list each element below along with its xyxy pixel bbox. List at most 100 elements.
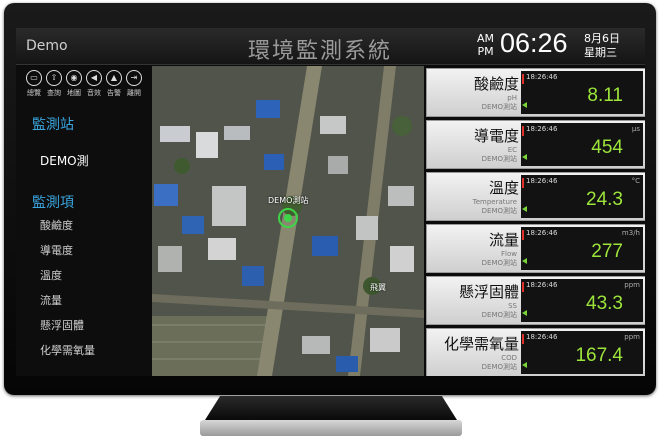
reading-subtitle: Flow DEMO測站 [482,250,517,268]
monitor-icon: ▭ [26,70,42,86]
toolbar-label: 告警 [107,89,121,97]
sidebar-item-ss[interactable]: 懸浮固體 [40,317,84,333]
toolbar-button-map[interactable]: ◉ 地圖 [64,70,84,98]
pm-label: PM [477,45,494,58]
reading-name: 導電度 [473,127,519,145]
reading-time: 18:26:46 [526,177,558,185]
trend-arrow-icon [522,258,527,264]
monitor-stand-base [200,420,462,436]
sidebar-item-ph[interactable]: 酸鹼度 [40,217,73,233]
reading-time: 18:26:46 [526,333,558,341]
reading-station: DEMO測站 [481,363,517,371]
page-title: 環境監測系統 [248,39,393,64]
map-pin-icon: ◉ [66,70,82,86]
trend-arrow-icon [522,362,527,368]
screen: Demo 環境監測系統 AM PM 06:26 8月6日 星期三 ▭ 總覽 ⇧ … [16,28,645,376]
items-heading: 監測項 [32,195,74,211]
am-pm: AM PM [477,32,494,58]
place-label: 飛翼 [370,283,386,292]
toolbar-button-alert[interactable]: ▲ 告警 [104,70,124,98]
trend-arrow-icon [522,310,527,316]
stations-heading: 監測站 [32,117,74,133]
alert-icon: ▲ [106,70,122,86]
toolbar-button-sound[interactable]: ◀ 音效 [84,70,104,98]
reading-panel-flow[interactable]: 流量 Flow DEMO測站 18:26:46 m3/h 277 [426,224,645,273]
alert-indicator [522,74,524,84]
trend-arrow-icon [522,102,527,108]
reading-time: 18:26:46 [526,229,558,237]
toolbar-label: 總覽 [27,89,41,97]
reading-panel-ph[interactable]: 酸鹼度 pH DEMO測站 18:26:46 8.11 [426,68,645,117]
alert-indicator [522,126,524,136]
alert-indicator [522,282,524,292]
am-label: AM [477,32,495,45]
clock-time: 06:26 [500,28,568,58]
reading-panel-ss[interactable]: 懸浮固體 SS DEMO測站 18:26:46 ppm 43.3 [426,276,645,325]
reading-value: 167.4 [575,345,623,366]
alert-indicator [522,178,524,188]
reading-value-box: 18:26:46 °C 24.3 [521,175,643,218]
station-marker-label: DEMO測站 [268,196,309,205]
toolbar-button-query[interactable]: ⇧ 查詢 [44,70,64,98]
reading-code: Temperature [472,198,517,206]
reading-unit: ppm [624,281,640,289]
reading-code: COD [501,354,517,362]
reading-name: 懸浮固體 [458,283,519,301]
reading-value: 277 [591,241,623,262]
reading-time: 18:26:46 [526,281,558,289]
reading-panel-cod[interactable]: 化學需氧量 COD DEMO測站 18:26:46 ppm 167.4 [426,328,645,376]
trend-arrow-icon [522,206,527,212]
reading-subtitle: COD DEMO測站 [482,354,517,372]
reading-code: Flow [501,250,517,258]
toolbar-label: 離開 [127,89,141,97]
reading-value: 454 [591,137,623,158]
weekday-label: 星期三 [584,46,617,59]
reading-value-box: 18:26:46 8.11 [521,71,643,114]
reading-unit: μs [631,125,640,133]
reading-value-box: 18:26:46 μs 454 [521,123,643,166]
toolbar-label: 查詢 [47,89,61,97]
map-imagery [152,66,424,376]
reading-time: 18:26:46 [526,125,558,133]
reading-unit: m3/h [621,229,640,237]
exit-icon: ⇥ [126,70,142,86]
reading-station: DEMO測站 [481,155,517,163]
reading-unit: °C [631,177,640,185]
toolbar-button-overview[interactable]: ▭ 總覽 [24,70,44,98]
upload-icon: ⇧ [46,70,62,86]
reading-value-box: 18:26:46 m3/h 277 [521,227,643,270]
date-label: 8月6日 [584,32,620,45]
sidebar-item-temperature[interactable]: 溫度 [40,267,62,283]
reading-value: 8.11 [587,85,623,106]
reading-value: 24.3 [586,189,623,210]
toolbar: ▭ 總覽 ⇧ 查詢 ◉ 地圖 ◀ 音效 ▲ 告警 ⇥ 離開 [24,70,154,100]
header-bar: Demo 環境監測系統 AM PM 06:26 8月6日 星期三 [16,28,645,65]
reading-value: 43.3 [586,293,623,314]
sidebar-item-cod[interactable]: 化學需氧量 [40,342,95,358]
toolbar-label: 地圖 [67,89,81,97]
reading-code: SS [508,302,517,310]
reading-unit: ppm [624,333,640,341]
monitor-stand-neck [205,396,457,420]
reading-name: 溫度 [488,179,519,197]
reading-value-box: 18:26:46 ppm 43.3 [521,279,643,322]
trend-arrow-icon [522,154,527,160]
reading-name: 化學需氧量 [443,335,519,353]
reading-station: DEMO測站 [481,311,517,319]
reading-subtitle: SS DEMO測站 [482,302,517,320]
app-name: Demo [26,38,68,54]
reading-value-box: 18:26:46 ppm 167.4 [521,331,643,374]
sidebar-item-ec[interactable]: 導電度 [40,242,73,258]
satellite-map[interactable]: DEMO測站 飛翼 [152,66,424,376]
reading-name: 酸鹼度 [473,75,519,93]
reading-station: DEMO測站 [481,259,517,267]
sidebar-item-flow[interactable]: 流量 [40,292,62,308]
reading-name: 流量 [488,231,519,249]
reading-panel-ec[interactable]: 導電度 EC DEMO測站 18:26:46 μs 454 [426,120,645,169]
date-display: 8月6日 星期三 [584,32,620,60]
sidebar-item-station[interactable]: DEMO測 [40,152,89,169]
reading-panel-temperature[interactable]: 溫度 Temperature DEMO測站 18:26:46 °C 24.3 [426,172,645,221]
toolbar-button-exit[interactable]: ⇥ 離開 [124,70,144,98]
toolbar-label: 音效 [87,89,101,97]
reading-station: DEMO測站 [481,207,517,215]
